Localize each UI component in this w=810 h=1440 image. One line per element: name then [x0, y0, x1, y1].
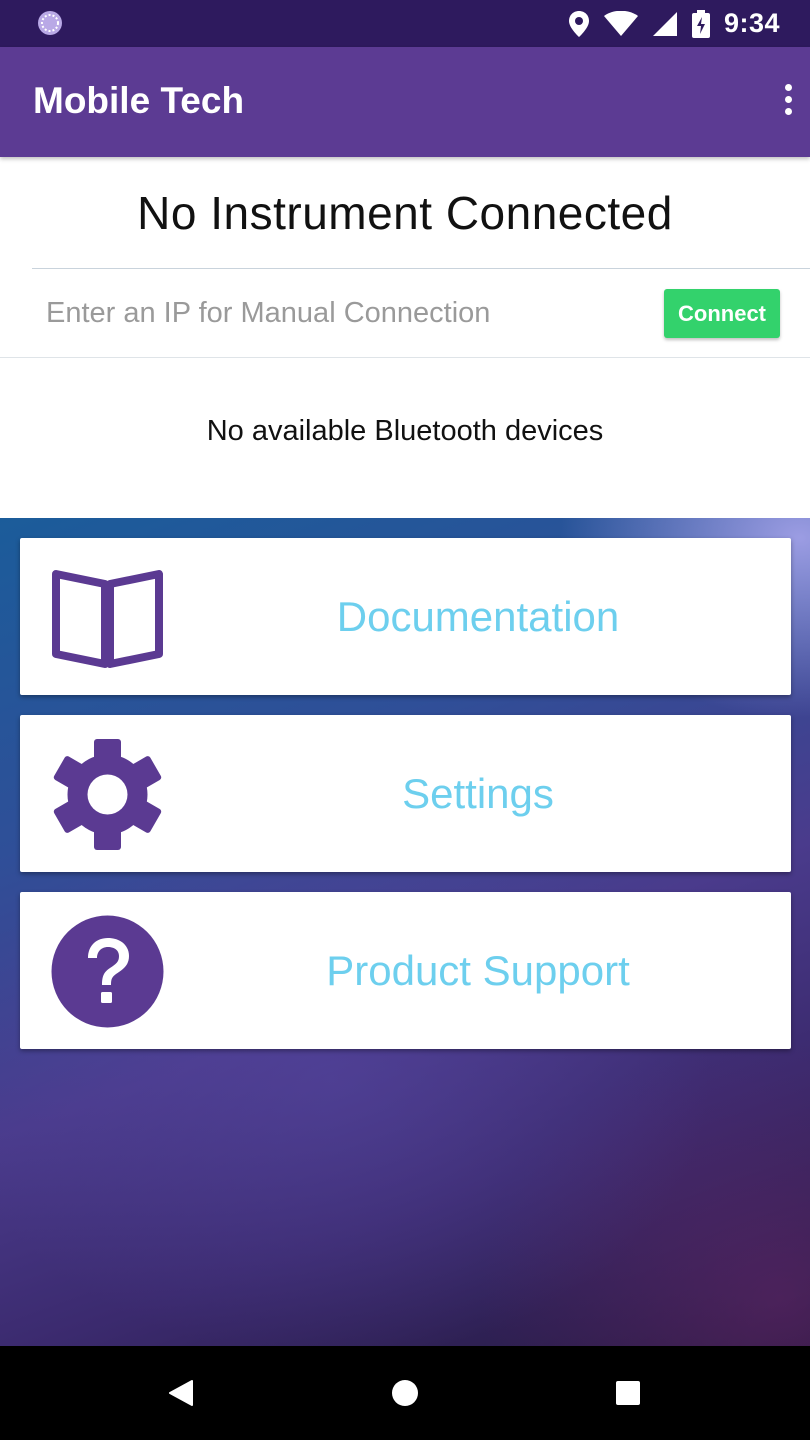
home-icon — [392, 1380, 418, 1406]
connection-status: No Instrument Connected — [137, 186, 673, 239]
product-support-button[interactable]: Product Support — [20, 892, 791, 1049]
app-bar: Mobile Tech — [0, 47, 810, 157]
documentation-button[interactable]: Documentation — [20, 538, 791, 695]
help-icon — [51, 915, 164, 1028]
back-button[interactable] — [136, 1346, 226, 1440]
status-icons: 9:34 — [568, 0, 780, 47]
recents-button[interactable] — [583, 1346, 673, 1440]
back-icon — [169, 1380, 193, 1406]
recents-icon — [616, 1381, 640, 1405]
product-support-label: Product Support — [326, 946, 630, 994]
home-button[interactable] — [360, 1346, 450, 1440]
bluetooth-status-message: No available Bluetooth devices — [206, 415, 604, 447]
settings-button[interactable]: Settings — [20, 715, 791, 872]
status-bar: 9:34 — [0, 0, 810, 47]
wifi-icon — [603, 10, 638, 36]
settings-label: Settings — [402, 769, 554, 817]
documentation-label: Documentation — [336, 592, 620, 640]
app-title: Mobile Tech — [33, 80, 245, 121]
more-vert-icon[interactable] — [778, 80, 798, 124]
gear-icon — [53, 739, 162, 850]
location-icon — [568, 10, 589, 37]
connect-button[interactable]: Connect — [664, 289, 780, 338]
book-icon — [52, 570, 163, 668]
status-time: 9:34 — [723, 8, 780, 38]
ip-address-input[interactable] — [46, 289, 626, 337]
navigation-bar — [0, 1346, 810, 1440]
cell-signal-icon — [652, 11, 677, 36]
battery-charging-icon — [691, 9, 710, 38]
divider — [0, 357, 810, 358]
app-activity-icon — [38, 11, 62, 35]
manual-connection-row: Connect — [0, 269, 810, 357]
